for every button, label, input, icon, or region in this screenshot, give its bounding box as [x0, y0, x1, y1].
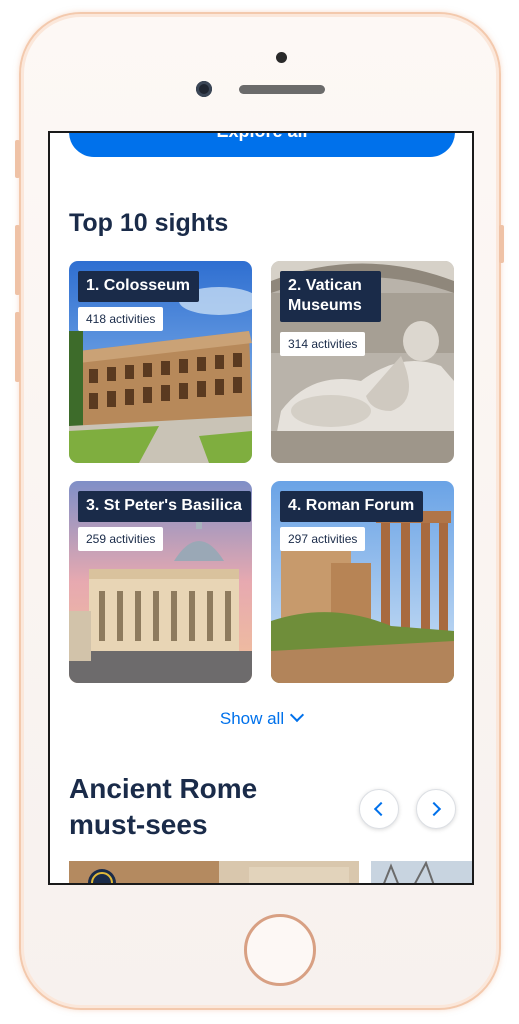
- chevron-left-icon: [373, 801, 389, 817]
- show-all-link[interactable]: Show all: [50, 707, 472, 729]
- section-title-ancient-rome: Ancient Rome must-sees: [69, 773, 258, 840]
- sight-card-colosseum[interactable]: 1. Colosseum 418 activities: [69, 261, 252, 463]
- volume-down-button: [15, 312, 20, 382]
- carousel-next-button[interactable]: [416, 789, 456, 829]
- section-title-top-sights: Top 10 sights: [69, 209, 229, 237]
- sight-card-title: 2. Vatican Museums: [280, 271, 381, 322]
- mute-switch: [15, 140, 20, 178]
- carousel-image-2: [371, 861, 472, 883]
- power-button: [499, 225, 504, 263]
- chevron-right-icon: [426, 801, 442, 817]
- carousel-card-2[interactable]: [371, 861, 472, 883]
- show-all-label: Show all: [219, 709, 285, 728]
- sight-card-roman-forum[interactable]: 4. Roman Forum 297 activities: [271, 481, 454, 683]
- carousel-card-1[interactable]: [69, 861, 359, 883]
- chevron-down-icon: [290, 707, 305, 723]
- activity-count: 418 activities: [78, 307, 164, 331]
- sight-card-title: 4. Roman Forum: [280, 491, 424, 522]
- home-button[interactable]: [244, 914, 316, 986]
- volume-up-button: [15, 225, 20, 295]
- sight-card-vatican-museums[interactable]: 2. Vatican Museums 314 activities: [271, 261, 454, 463]
- app-screen: Explore all Top 10 sights 1. Colosseum 4…: [48, 131, 474, 885]
- activity-count: 259 activities: [78, 527, 164, 551]
- carousel-prev-button[interactable]: [359, 789, 399, 829]
- activity-count: 314 activities: [280, 332, 366, 356]
- sensor-icon: [276, 52, 287, 63]
- sight-card-title: 1. Colosseum: [78, 271, 200, 302]
- sight-card-st-peters-basilica[interactable]: 3. St Peter's Basilica 259 activities: [69, 481, 252, 683]
- front-camera-icon: [196, 81, 212, 97]
- carousel-image-1: [69, 861, 359, 883]
- sight-card-title: 3. St Peter's Basilica: [78, 491, 251, 522]
- speaker-icon: [239, 85, 325, 94]
- activity-count: 297 activities: [280, 527, 366, 551]
- explore-all-button[interactable]: Explore all: [69, 133, 455, 157]
